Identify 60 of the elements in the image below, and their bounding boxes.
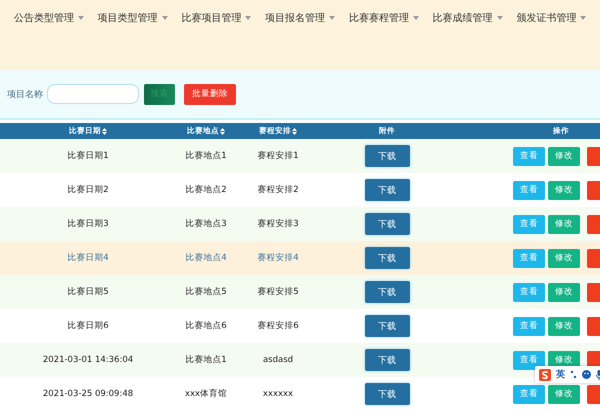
download-button[interactable]: 下载	[364, 315, 410, 337]
nav-menu-item[interactable]: 项目报名管理	[265, 11, 349, 25]
table-cell-text: 2021-03-25 09:09:48	[42, 389, 134, 399]
field-label: 项目名称	[7, 88, 43, 100]
table-cell-text: 赛程安排6	[256, 320, 300, 332]
table-cell-text: 赛程安排1	[256, 150, 300, 162]
nav-menu-item[interactable]: 比赛赛程管理	[348, 11, 433, 25]
table-cell-text: 比赛日期5	[66, 286, 110, 298]
download-button[interactable]: 下载	[364, 213, 410, 235]
punctuation-icon[interactable]	[570, 370, 577, 379]
download-button[interactable]: 下载	[364, 383, 410, 405]
download-button[interactable]: 下载	[364, 349, 410, 371]
table-cell-text: xxx体育馆	[184, 388, 228, 400]
table-cell-text: 比赛地点3	[184, 218, 228, 230]
caret-icon	[412, 16, 419, 20]
table-row[interactable]: 比赛日期5 比赛地点5 赛程安排5 下载 查看 修改	[0, 275, 600, 309]
caret-icon	[496, 16, 503, 20]
table-cell-text: xxxxxx	[262, 389, 294, 399]
sort-icon[interactable]	[220, 128, 225, 134]
table-row[interactable]: 比赛日期3 比赛地点3 赛程安排3 下载 查看 修改	[0, 207, 600, 241]
table-cell-text: 赛程安排4	[256, 252, 300, 264]
nav-menu-item[interactable]: 比赛成绩管理	[432, 11, 516, 25]
table-cell-text: 比赛日期1	[66, 150, 110, 162]
input-field[interactable]	[47, 84, 139, 104]
table-cell-text: 比赛地点4	[184, 252, 228, 264]
caret-icon	[78, 16, 84, 20]
table-cell-text: 比赛地点6	[184, 320, 228, 332]
nav-menu-item[interactable]: 比赛项目管理	[181, 11, 266, 25]
batch-delete-button[interactable]: 批量删除	[184, 84, 236, 104]
download-button[interactable]: 下载	[364, 281, 410, 303]
input-method-menu[interactable]: 英	[535, 366, 600, 383]
nav-menu-item[interactable]: 颁发证书管理	[516, 11, 600, 25]
sort-icon[interactable]	[292, 128, 297, 134]
download-button[interactable]: 下载	[364, 247, 410, 269]
table-cell-text: asdasd	[262, 355, 294, 365]
table-cell-text: 赛程安排5	[256, 286, 300, 298]
table-cell-text: 比赛地点1	[184, 150, 228, 162]
emoji-icon[interactable]	[582, 370, 591, 379]
caret-icon	[245, 16, 252, 20]
caret-icon	[580, 16, 586, 20]
highlighted-row[interactable]: 比赛日期4 比赛地点4 赛程安排4 下载 查看 修改	[0, 241, 600, 275]
table-cell-text: 2021-03-01 14:36:04	[42, 355, 134, 365]
nav-menu-item[interactable]: 公告类型管理	[14, 11, 98, 25]
table-cell-text: 赛程安排3	[256, 218, 300, 230]
table-cell-text: 比赛日期2	[66, 184, 110, 196]
table-cell-text: 比赛日期4	[66, 252, 110, 264]
download-button[interactable]: 下载	[364, 179, 410, 201]
table-cell-text: 比赛地点1	[184, 354, 228, 366]
table-cell-text: 比赛地点2	[184, 184, 228, 196]
table-cell-text: 比赛地点5	[184, 286, 228, 298]
input-method-logo-icon[interactable]	[539, 368, 551, 380]
sort-icon[interactable]	[102, 128, 107, 134]
download-button[interactable]: 下载	[364, 145, 410, 167]
table-row[interactable]: 比赛日期1 比赛地点1 赛程安排1 下载 查看 修改	[0, 139, 600, 173]
caret-icon	[329, 16, 336, 20]
table-cell-text: 比赛日期3	[66, 218, 110, 230]
nav-menu-item[interactable]: 项目类型管理	[98, 11, 182, 25]
table-cell-text: 赛程安排2	[256, 184, 300, 196]
table-cell-text: 比赛日期6	[66, 320, 110, 332]
caret-icon	[162, 16, 168, 20]
